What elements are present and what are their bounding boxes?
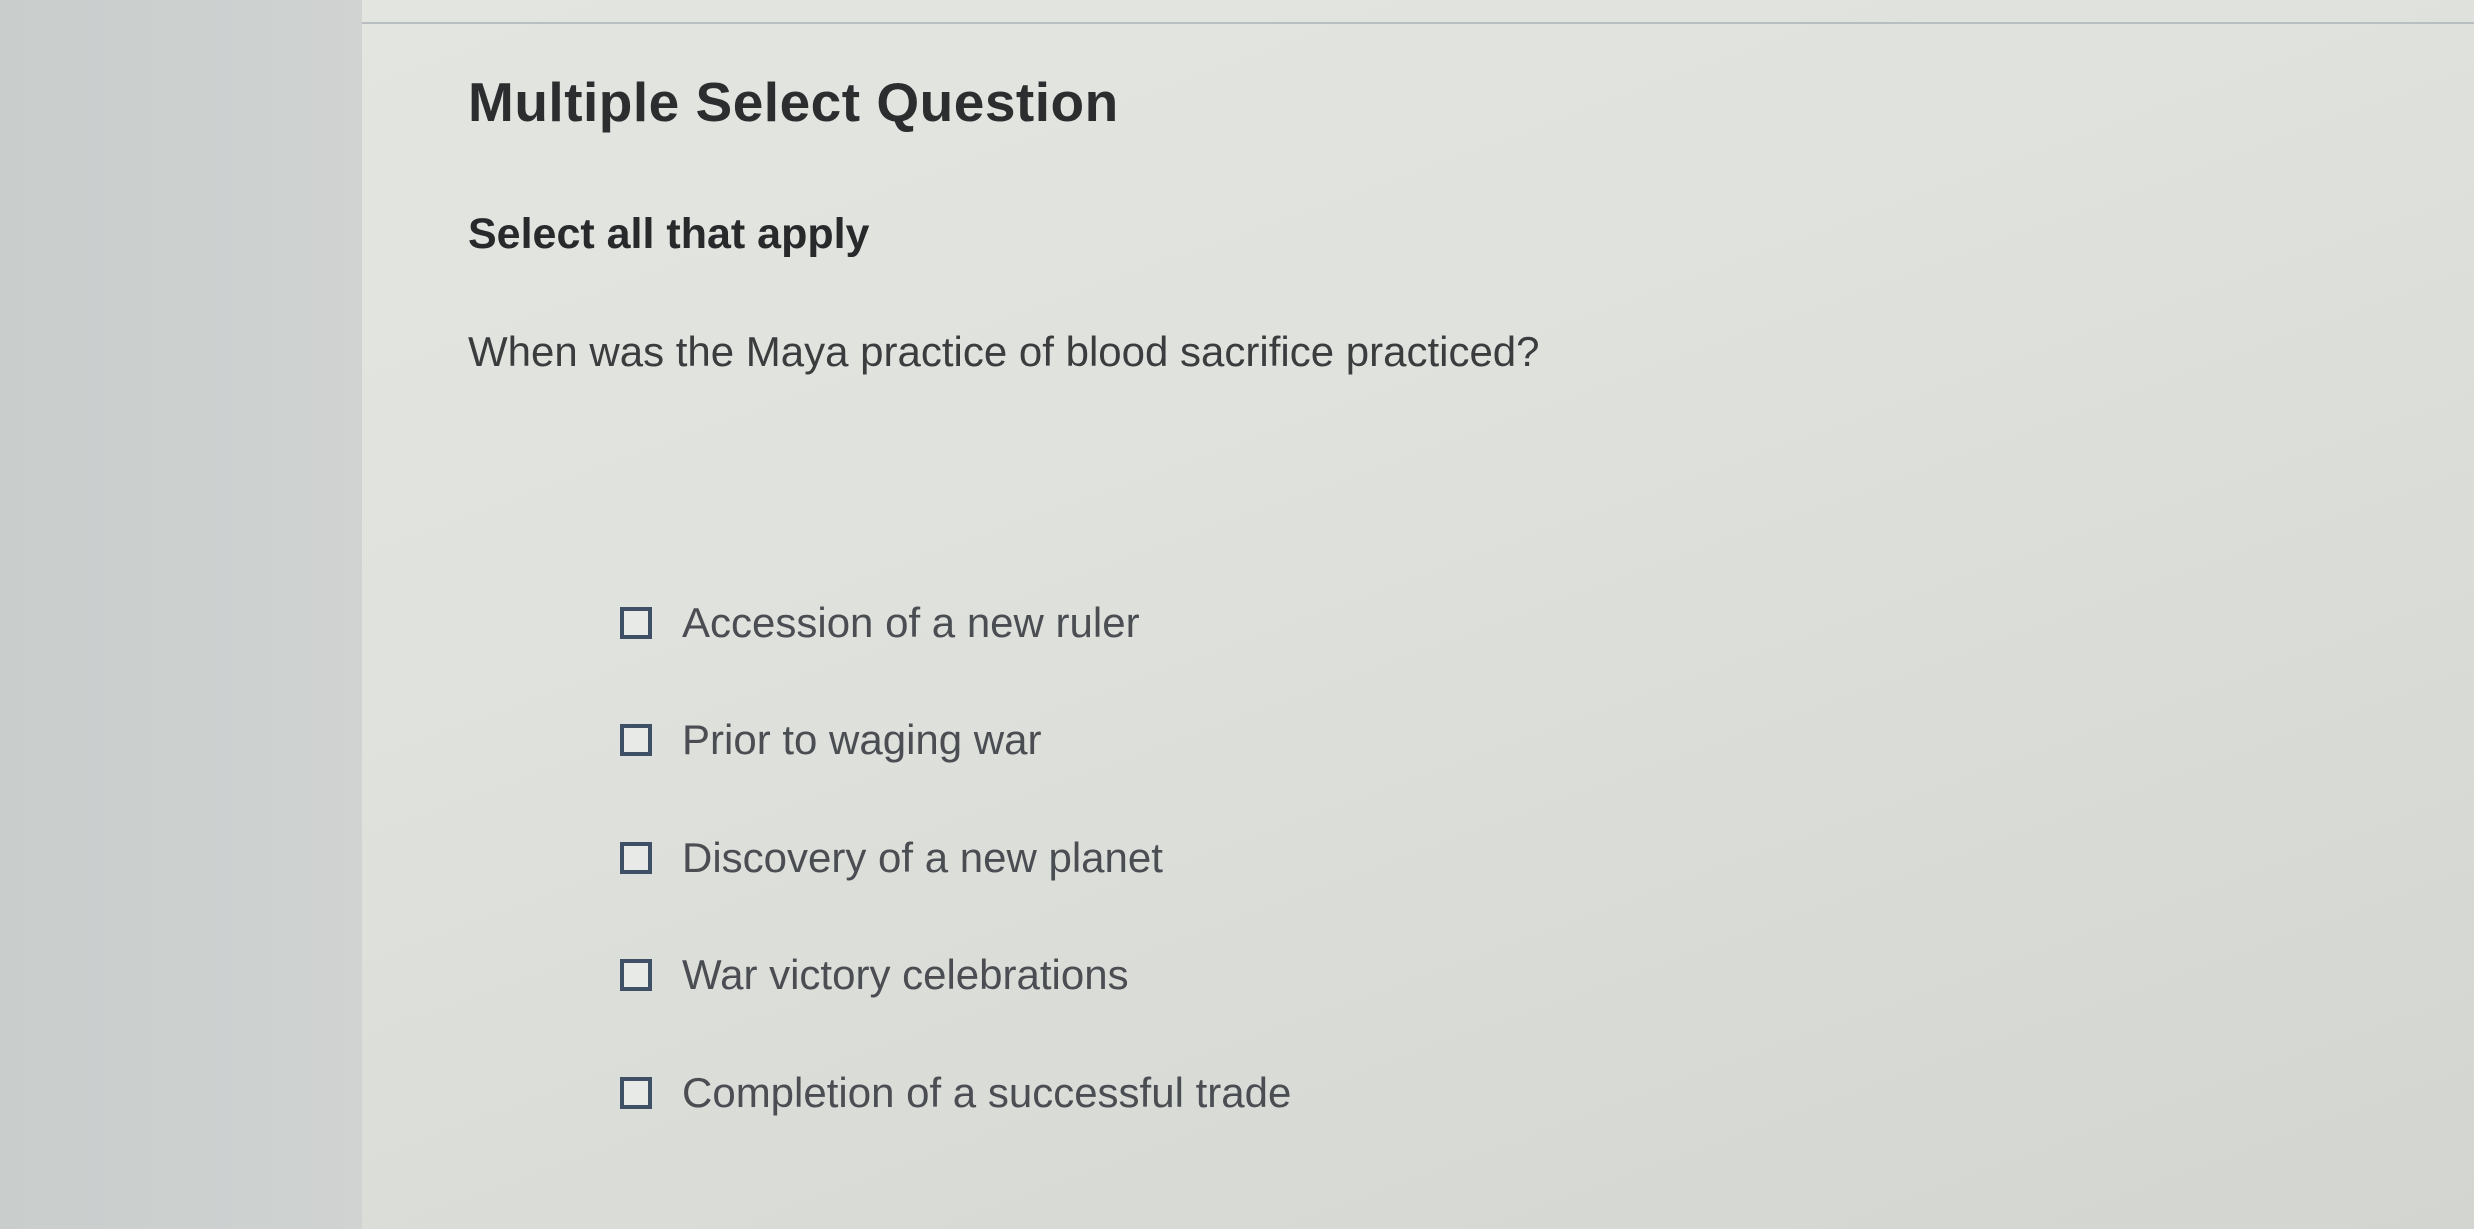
answer-option[interactable]: Accession of a new ruler	[620, 564, 1291, 682]
checkbox[interactable]	[620, 1076, 652, 1109]
checkbox[interactable]	[620, 606, 652, 639]
question-prompt: When was the Maya practice of blood sacr…	[468, 328, 1540, 375]
top-divider	[362, 22, 2474, 24]
answer-option-label[interactable]: War victory celebrations	[682, 951, 1129, 999]
answer-option-label[interactable]: Completion of a successful trade	[682, 1069, 1291, 1117]
checkbox[interactable]	[620, 841, 652, 874]
answer-option-label[interactable]: Discovery of a new planet	[682, 834, 1163, 882]
answer-option-label[interactable]: Accession of a new ruler	[682, 599, 1140, 647]
question-instruction: Select all that apply	[468, 210, 870, 258]
checkbox[interactable]	[620, 959, 652, 992]
answer-option[interactable]: Discovery of a new planet	[620, 799, 1291, 917]
answer-option[interactable]: War victory celebrations	[620, 917, 1291, 1035]
question-type-title: Multiple Select Question	[468, 71, 1119, 133]
answer-option[interactable]: Prior to waging war	[620, 682, 1291, 800]
answer-options: Accession of a new ruler Prior to waging…	[620, 564, 1291, 1152]
answer-option[interactable]: Completion of a successful trade	[620, 1034, 1291, 1152]
left-margin	[0, 0, 362, 1229]
answer-option-label[interactable]: Prior to waging war	[682, 716, 1041, 764]
question-content: Multiple Select Question Select all that…	[468, 70, 2368, 1116]
checkbox[interactable]	[620, 724, 652, 757]
